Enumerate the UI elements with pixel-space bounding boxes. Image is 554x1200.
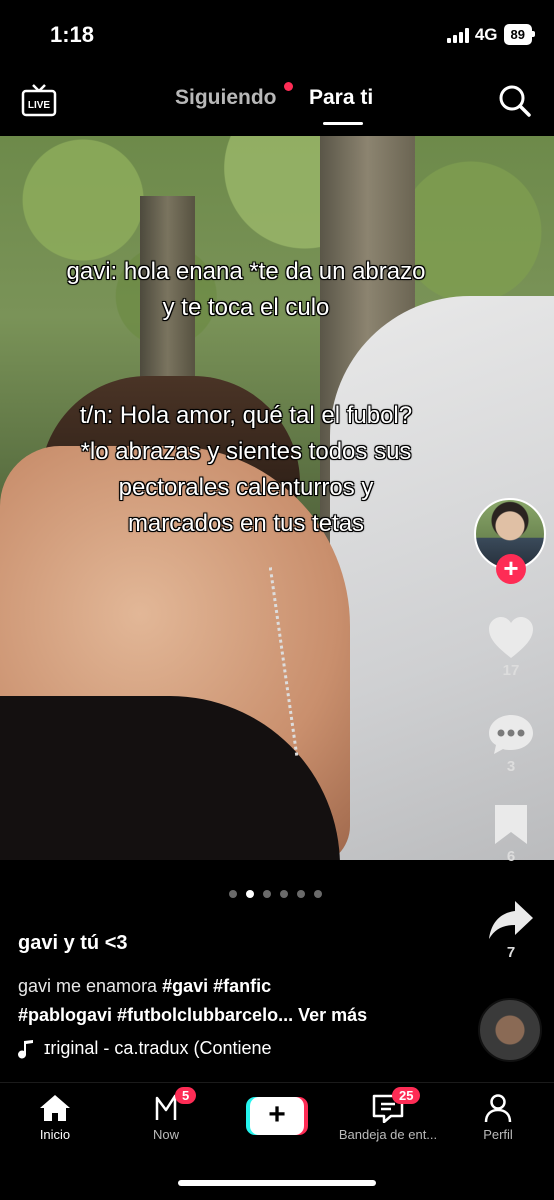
like-button[interactable]: 17 xyxy=(486,616,536,679)
search-button[interactable] xyxy=(496,82,532,118)
carousel-dot xyxy=(297,890,305,898)
battery-icon: 89 xyxy=(503,24,536,45)
overlay-text: t/n: Hola amor, qué tal el fubol? *lo ab… xyxy=(79,402,413,537)
description-text: gavi me enamora xyxy=(18,976,163,996)
network-type: 4G xyxy=(474,24,498,44)
carousel-indicator xyxy=(229,890,322,898)
carousel-dot xyxy=(280,890,288,898)
save-count: 6 xyxy=(506,848,516,865)
comment-button[interactable]: 3 xyxy=(486,712,536,775)
comment-icon xyxy=(489,715,533,754)
music-disc[interactable] xyxy=(478,998,542,1062)
music-title: ɪriginal - ca.tradux (Contiene xyxy=(44,1038,272,1058)
hashtag[interactable]: #pablogavi xyxy=(18,1005,112,1025)
save-button[interactable]: 6 xyxy=(486,802,536,865)
follow-button[interactable]: + xyxy=(496,554,526,584)
tab-inbox-label: Bandeja de ent... xyxy=(338,1127,438,1142)
hashtag[interactable]: #futbolclubbarcelo... xyxy=(117,1005,293,1025)
status-bar: 1:18 4G 89 xyxy=(0,0,554,70)
tab-profile-label: Perfil xyxy=(483,1127,513,1142)
carousel-dot xyxy=(314,890,322,898)
like-count: 17 xyxy=(502,662,520,679)
tab-for-you[interactable]: Para ti xyxy=(309,86,373,110)
carousel-dot-active xyxy=(246,890,254,898)
share-button[interactable]: 7 xyxy=(486,898,536,961)
hashtag[interactable]: #fanfic xyxy=(213,976,271,996)
hashtag[interactable]: #gavi xyxy=(162,976,208,996)
bookmark-icon xyxy=(495,805,527,844)
overlay-text: gavi: hola enana *te da un abrazo y te t… xyxy=(66,258,426,321)
see-more-link[interactable]: Ver más xyxy=(298,1005,367,1025)
create-button[interactable]: + xyxy=(246,1097,308,1135)
post-username[interactable]: gavi y tú <3 xyxy=(18,932,128,955)
status-time: 1:18 xyxy=(50,22,95,47)
heart-icon xyxy=(489,617,533,658)
top-nav: LIVE Siguiendo Para ti xyxy=(0,70,554,134)
search-icon xyxy=(499,85,531,117)
tab-inbox[interactable]: 25 Bandeja de ent... xyxy=(332,1087,444,1142)
carousel-dot xyxy=(229,890,237,898)
tab-home-label: Inicio xyxy=(39,1127,71,1142)
live-tv-icon: LIVE xyxy=(21,84,57,117)
share-arrow-icon xyxy=(489,901,533,939)
live-button[interactable]: LIVE xyxy=(20,82,58,118)
status-indicators: 4G 89 xyxy=(446,24,536,45)
creator-avatar[interactable]: + xyxy=(474,498,548,584)
profile-icon xyxy=(484,1094,512,1123)
active-tab-indicator xyxy=(323,122,363,125)
tab-now[interactable]: 5 Now xyxy=(111,1087,221,1142)
home-indicator xyxy=(178,1180,376,1186)
carousel-dot xyxy=(263,890,271,898)
tab-home[interactable]: Inicio xyxy=(0,1093,110,1142)
post-description: gavi me enamora #gavi #fanfic #pablogavi… xyxy=(18,972,438,1030)
music-note-icon xyxy=(18,1039,33,1058)
svg-text:LIVE: LIVE xyxy=(28,100,51,111)
tab-profile[interactable]: Perfil xyxy=(443,1093,553,1142)
now-badge: 5 xyxy=(175,1087,197,1104)
tab-following[interactable]: Siguiendo xyxy=(175,86,277,110)
tab-now-label: Now xyxy=(152,1127,179,1142)
plus-icon: + xyxy=(250,1097,304,1135)
following-notification-dot xyxy=(284,82,293,91)
comment-count: 3 xyxy=(506,758,516,775)
inbox-badge: 25 xyxy=(392,1087,421,1104)
share-count: 7 xyxy=(506,944,516,961)
music-info[interactable]: ɪriginal - ca.tradux (Contiene xyxy=(18,1038,318,1059)
signal-icon xyxy=(446,27,469,43)
home-icon xyxy=(40,1095,70,1121)
